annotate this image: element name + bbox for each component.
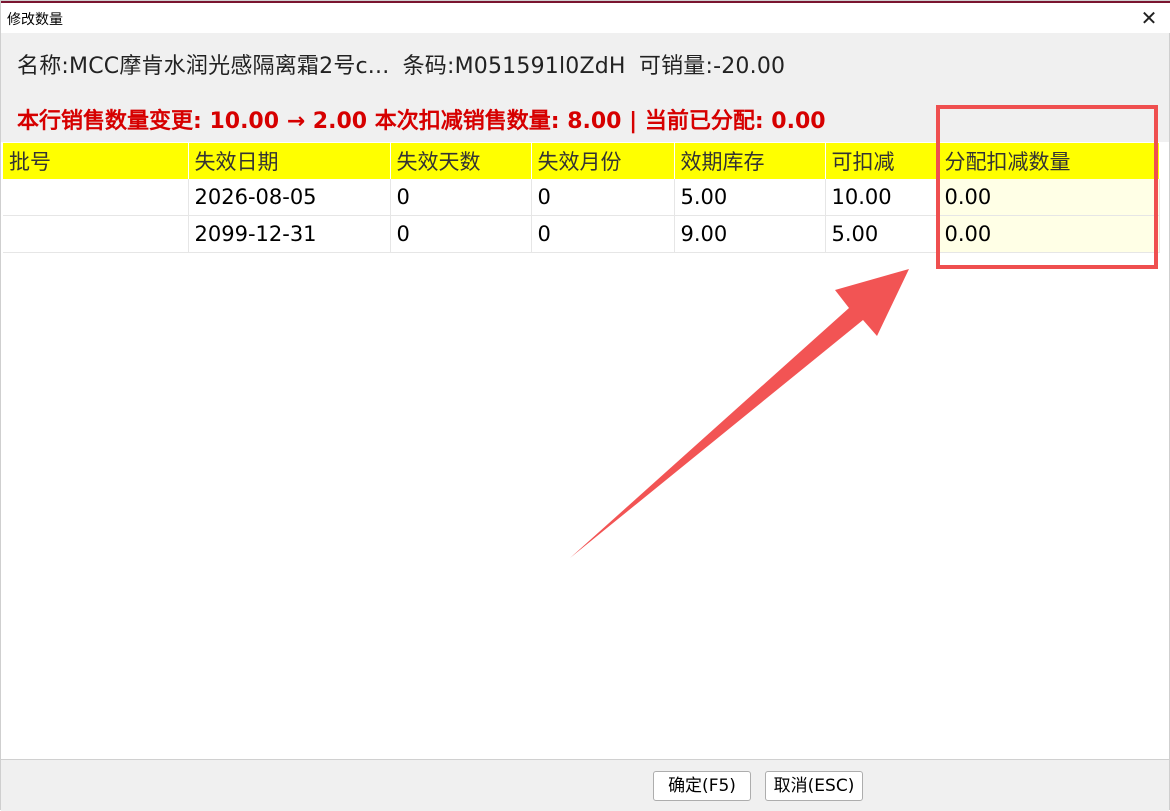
close-icon[interactable]: ✕ [1135,5,1163,31]
edit-quantity-dialog: 修改数量 ✕ 名称:MCC摩肯水润光感隔离霜2号c... 条码:M051591l… [0,0,1170,811]
dialog-title: 修改数量 [7,12,63,28]
table-row[interactable]: 2026-08-05 0 0 5.00 10.00 0.00 [3,179,1160,216]
cell-batch-stock: 5.00 [674,179,826,216]
confirm-button[interactable]: 确定(F5) [653,771,751,801]
quantity-change-alert: 本行销售数量变更: 10.00 → 2.00 本次扣减销售数量: 8.00 | … [17,109,826,134]
allocated-deduction-input[interactable]: 0.00 [938,179,1160,216]
cell-batch-no [3,215,189,253]
column-header-deductible[interactable]: 可扣减 [825,143,939,179]
allocated-deduction-input[interactable]: 0.00 [938,215,1160,253]
title-bar: 修改数量 ✕ [1,3,1170,33]
column-header-expiry-days[interactable]: 失效天数 [390,143,532,179]
sellable-quantity: 可销量:-20.00 [638,54,786,79]
column-header-batch-no[interactable]: 批号 [3,143,189,179]
cell-batch-stock: 9.00 [674,215,826,253]
column-header-allocated-deduction[interactable]: 分配扣减数量 [938,143,1160,179]
cell-deductible: 10.00 [825,179,939,216]
table-row[interactable]: 2099-12-31 0 0 9.00 5.00 0.00 [3,215,1160,253]
table-header-row: 批号 失效日期 失效天数 失效月份 效期库存 可扣减 分配扣减数量 [3,143,1160,179]
batch-table: 批号 失效日期 失效天数 失效月份 效期库存 可扣减 分配扣减数量 2026-0… [3,143,1160,253]
cell-deductible: 5.00 [825,215,939,253]
cell-expiry-date: 2099-12-31 [188,215,391,253]
product-info-line: 名称:MCC摩肯水润光感隔离霜2号c... 条码:M051591l0ZdH 可销… [17,48,791,80]
column-header-expiry-month[interactable]: 失效月份 [531,143,675,179]
column-header-batch-stock[interactable]: 效期库存 [674,143,826,179]
cell-expiry-days: 0 [390,179,532,216]
cell-expiry-days: 0 [390,215,532,253]
product-name: 名称:MCC摩肯水润光感隔离霜2号c... [17,54,390,79]
cell-expiry-month: 0 [531,215,675,253]
cell-expiry-date: 2026-08-05 [188,179,391,216]
cell-expiry-month: 0 [531,179,675,216]
dialog-footer: 确定(F5) 取消(ESC) [1,759,1169,811]
product-barcode: 条码:M051591l0ZdH [402,54,626,79]
product-info-panel: 名称:MCC摩肯水润光感隔离霜2号c... 条码:M051591l0ZdH 可销… [1,33,1169,142]
batch-table-container: 批号 失效日期 失效天数 失效月份 效期库存 可扣减 分配扣减数量 2026-0… [3,143,1160,253]
column-header-expiry-date[interactable]: 失效日期 [188,143,391,179]
cell-batch-no [3,179,189,216]
cancel-button[interactable]: 取消(ESC) [765,771,863,801]
